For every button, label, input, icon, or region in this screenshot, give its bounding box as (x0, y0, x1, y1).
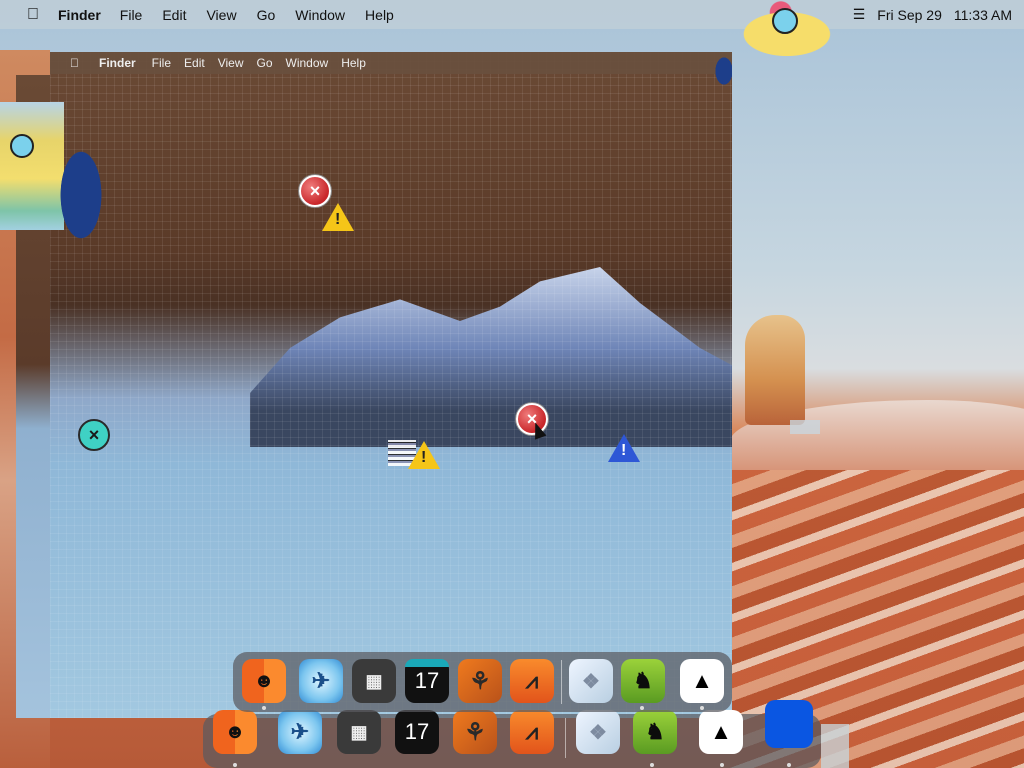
glitched-desktop-capture (50, 52, 732, 718)
menu-view[interactable]: View (206, 7, 236, 23)
dock-running-indicator (700, 706, 704, 710)
vscode-icon[interactable]: ⚘ (458, 659, 502, 703)
mail-icon[interactable]: ✈ (278, 710, 322, 754)
warning-icon[interactable]: ! (322, 203, 354, 231)
menu-edit[interactable]: Edit (162, 7, 186, 23)
github-icon[interactable]: ♞ (621, 659, 665, 703)
menubar-status-area: ☰ Fri Sep 29 11:33 AM (841, 0, 1012, 29)
finder-icon[interactable]: ☻ (213, 710, 257, 754)
menu-file[interactable]: File (120, 7, 143, 23)
calculator-icon[interactable]: ▦ (352, 659, 396, 703)
menubar-time[interactable]: 11:33 AM (954, 7, 1012, 23)
ice-icon[interactable]: ❖ (569, 659, 613, 703)
dock-running-indicator (720, 763, 724, 767)
warning-icon[interactable]: ! (408, 441, 440, 469)
calculator-icon[interactable]: ▦ (337, 710, 381, 754)
triangle-app-icon[interactable]: ▲ (699, 710, 743, 754)
dock-separator (565, 718, 566, 758)
menu-help[interactable]: Help (341, 56, 366, 70)
menubar-date[interactable]: Fri Sep 29 (877, 7, 942, 23)
dock: ☻ ✈ ▦ 17 ⚘ ⩘ ❖ ♞ ▲ (233, 652, 732, 712)
control-center-icon[interactable]: ☰ (853, 6, 866, 23)
triangle-app-icon[interactable]: ▲ (680, 659, 724, 703)
character-sticker[interactable] (732, 0, 854, 62)
menu-help[interactable]: Help (365, 7, 394, 23)
app-menu-finder[interactable]: Finder (58, 7, 101, 23)
menu-window[interactable]: Window (295, 7, 345, 23)
dock-running-indicator (262, 706, 266, 710)
blue-creature-sticker[interactable] (55, 140, 107, 250)
glitched-menu-bar:  Finder File Edit View Go Window Help (50, 52, 732, 74)
dock-running-indicator (787, 763, 791, 767)
dock-separator (561, 660, 562, 704)
close-icon[interactable]: × (78, 419, 110, 451)
menu-view[interactable]: View (218, 56, 244, 70)
menu-bar:  Finder File Edit View Go Window Help ☰… (0, 0, 1024, 29)
menu-file[interactable]: File (152, 56, 171, 70)
dock-duplicate: ☻ ✈ ▦ 17 ⚘ ⩘ ❖ ♞ ▲ (203, 700, 821, 768)
app-store-icon[interactable]: ⩘ (510, 659, 554, 703)
blue-creature-sticker[interactable] (712, 52, 732, 90)
app-menu-finder[interactable]: Finder (99, 56, 136, 70)
warning-icon[interactable]: ! (608, 434, 640, 462)
apple-menu-icon[interactable]:  (20, 6, 46, 22)
wallpaper-rock-spire (745, 315, 805, 425)
sticker-eye (10, 134, 34, 158)
vscode-icon[interactable]: ⚘ (453, 710, 497, 754)
sticker-eye (772, 8, 798, 34)
blue-app-icon[interactable] (765, 700, 813, 748)
calendar-month-strip (405, 659, 449, 667)
app-store-icon[interactable]: ⩘ (510, 710, 554, 754)
dock-running-indicator (233, 763, 237, 767)
ice-icon[interactable]: ❖ (576, 710, 620, 754)
dock-running-indicator (650, 763, 654, 767)
mail-icon[interactable]: ✈ (299, 659, 343, 703)
calendar-day: 17 (414, 668, 440, 693)
calendar-icon[interactable]: 17 (405, 659, 449, 703)
mountain-image (250, 267, 732, 447)
github-icon[interactable]: ♞ (633, 710, 677, 754)
menu-go[interactable]: Go (257, 7, 276, 23)
apple-menu-icon[interactable]:  (70, 56, 79, 70)
menu-window[interactable]: Window (286, 56, 329, 70)
menu-edit[interactable]: Edit (184, 56, 205, 70)
glitch-artifact (790, 420, 820, 434)
finder-icon[interactable]: ☻ (242, 659, 286, 703)
calendar-icon[interactable]: 17 (395, 710, 439, 754)
menu-go[interactable]: Go (257, 56, 273, 70)
glitch-artifact (821, 724, 849, 768)
dock-running-indicator (640, 706, 644, 710)
